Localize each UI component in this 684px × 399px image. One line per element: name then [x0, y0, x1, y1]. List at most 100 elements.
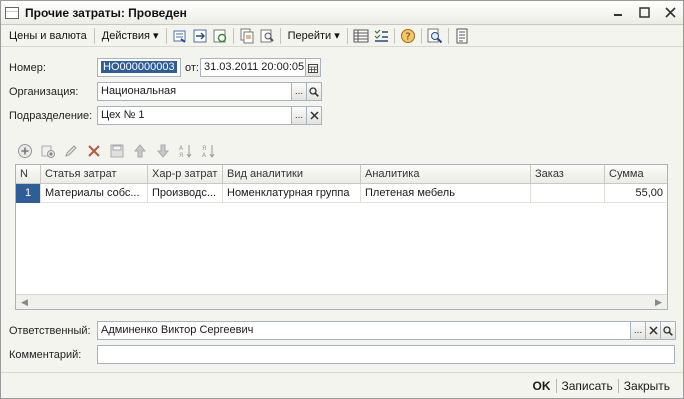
print-preview-button[interactable] [257, 27, 277, 45]
actions-menu-button[interactable]: Действия ▾ [98, 27, 163, 45]
comment-label: Комментарий: [9, 349, 82, 361]
post-icon [193, 29, 207, 42]
magnifier-icon [427, 28, 442, 43]
calendar-button[interactable] [305, 58, 321, 77]
post-button[interactable] [190, 27, 210, 45]
cell-cost-type[interactable]: Производс... [148, 184, 223, 203]
comment-field[interactable] [97, 345, 675, 364]
document-print-icon [260, 29, 274, 42]
help-icon: ? [400, 28, 415, 43]
costs-table[interactable]: N Статья затрат Хар-р затрат Вид аналити… [15, 164, 668, 310]
save-button[interactable]: Записать [557, 379, 618, 393]
toolbar-separator [346, 27, 348, 44]
title-bar: Прочие затраты: Проведен [1, 1, 683, 25]
ok-button[interactable]: OK [528, 379, 556, 393]
post-close-icon [173, 30, 186, 43]
minimize-button[interactable] [611, 5, 625, 19]
sort-descending-icon: ЯA [202, 145, 214, 159]
number-label: Номер: [9, 62, 46, 74]
maximize-icon [638, 6, 650, 18]
minimize-icon [614, 14, 622, 16]
responsible-field[interactable]: Админенко Виктор Сергеевич [97, 321, 631, 340]
copy-document-button[interactable] [237, 27, 257, 45]
organization-select-button[interactable]: ... [291, 82, 307, 101]
structure-button[interactable] [371, 27, 391, 45]
add-icon [17, 144, 32, 158]
department-clear-button[interactable] [306, 106, 322, 125]
date-from-label: от: [185, 62, 199, 74]
organization-open-button[interactable] [306, 82, 322, 101]
scroll-left-icon[interactable]: ◀ [19, 297, 30, 307]
scroll-right-icon[interactable]: ▶ [653, 297, 664, 307]
find-button[interactable] [425, 27, 445, 45]
move-up-button[interactable] [130, 142, 149, 160]
toolbar-separator [93, 27, 95, 44]
sort-descending-button[interactable]: ЯA [199, 142, 218, 160]
end-edit-button[interactable] [107, 142, 126, 160]
search-icon [309, 86, 319, 97]
responsible-open-button[interactable] [660, 321, 676, 340]
pencil-icon [64, 145, 77, 157]
column-header-order[interactable]: Заказ [531, 165, 605, 184]
organization-field[interactable]: Национальная [97, 82, 292, 101]
list-button[interactable] [452, 27, 472, 45]
copy-row-button[interactable] [38, 142, 57, 160]
maximize-button[interactable] [637, 5, 651, 19]
close-icon [664, 6, 676, 18]
column-header-analytics-kind[interactable]: Вид аналитики [223, 165, 361, 184]
refresh-icon [213, 29, 226, 42]
help-button[interactable]: ? [398, 27, 418, 45]
cell-cost-item[interactable]: Материалы собс... [41, 184, 148, 203]
document-window: Прочие затраты: Проведен Цены и валюта Д… [0, 0, 684, 399]
prices-currency-button[interactable]: Цены и валюта [5, 27, 91, 45]
responsible-clear-button[interactable] [645, 321, 661, 340]
post-and-close-button[interactable] [170, 27, 190, 45]
table-toolbar: AЯ ЯA [15, 141, 218, 161]
organization-label: Организация: [9, 86, 79, 98]
calendar-icon [308, 63, 318, 73]
edit-row-button[interactable] [61, 142, 80, 160]
column-header-n[interactable]: N [16, 165, 41, 184]
movements-button[interactable] [351, 27, 371, 45]
delete-row-button[interactable] [84, 142, 103, 160]
toolbar-separator [279, 27, 281, 44]
cell-analytics-kind[interactable]: Номенклатурная группа [223, 184, 361, 203]
column-header-analytics[interactable]: Аналитика [361, 165, 531, 184]
table-row[interactable]: 1 Материалы собс... Производс... Номенкл… [16, 184, 667, 203]
close-button[interactable]: Закрыть [619, 379, 675, 393]
copy-icon [240, 28, 254, 43]
save-row-icon [110, 144, 123, 158]
table-lines-icon [353, 29, 369, 42]
cell-analytics[interactable]: Плетеная мебель [361, 184, 531, 203]
delete-icon [87, 145, 100, 157]
column-header-cost-item[interactable]: Статья затрат [41, 165, 148, 184]
svg-text:A: A [179, 145, 184, 152]
date-field[interactable]: 31.03.2011 20:00:05 [200, 58, 306, 77]
goto-menu-button[interactable]: Перейти ▾ [284, 27, 344, 45]
cell-order[interactable] [531, 184, 605, 203]
horizontal-scrollbar[interactable]: ◀ ▶ [16, 294, 667, 309]
search-icon [663, 325, 673, 336]
department-field[interactable]: Цех № 1 [97, 106, 292, 125]
svg-text:Я: Я [179, 152, 183, 159]
close-window-button[interactable] [663, 5, 677, 19]
sort-ascending-button[interactable]: AЯ [176, 142, 195, 160]
column-header-cost-type[interactable]: Хар-р затрат [148, 165, 223, 184]
refresh-button[interactable] [210, 27, 230, 45]
department-select-button[interactable]: ... [291, 106, 307, 125]
cell-n[interactable]: 1 [16, 184, 41, 203]
add-row-button[interactable] [15, 142, 34, 160]
number-field[interactable]: НО000000003 [97, 58, 181, 77]
toolbar-separator [165, 27, 167, 44]
toolbar-separator [232, 27, 234, 44]
toolbar-separator [393, 27, 395, 44]
move-down-button[interactable] [153, 142, 172, 160]
toolbar-separator [420, 27, 422, 44]
responsible-select-button[interactable]: ... [630, 321, 646, 340]
cell-sum[interactable]: 55,00 [605, 184, 667, 203]
table-header: N Статья затрат Хар-р затрат Вид аналити… [16, 165, 667, 184]
svg-text:Я: Я [202, 145, 206, 152]
column-header-sum[interactable]: Сумма [605, 165, 667, 184]
clear-icon [648, 326, 658, 335]
document-icon [5, 6, 19, 19]
